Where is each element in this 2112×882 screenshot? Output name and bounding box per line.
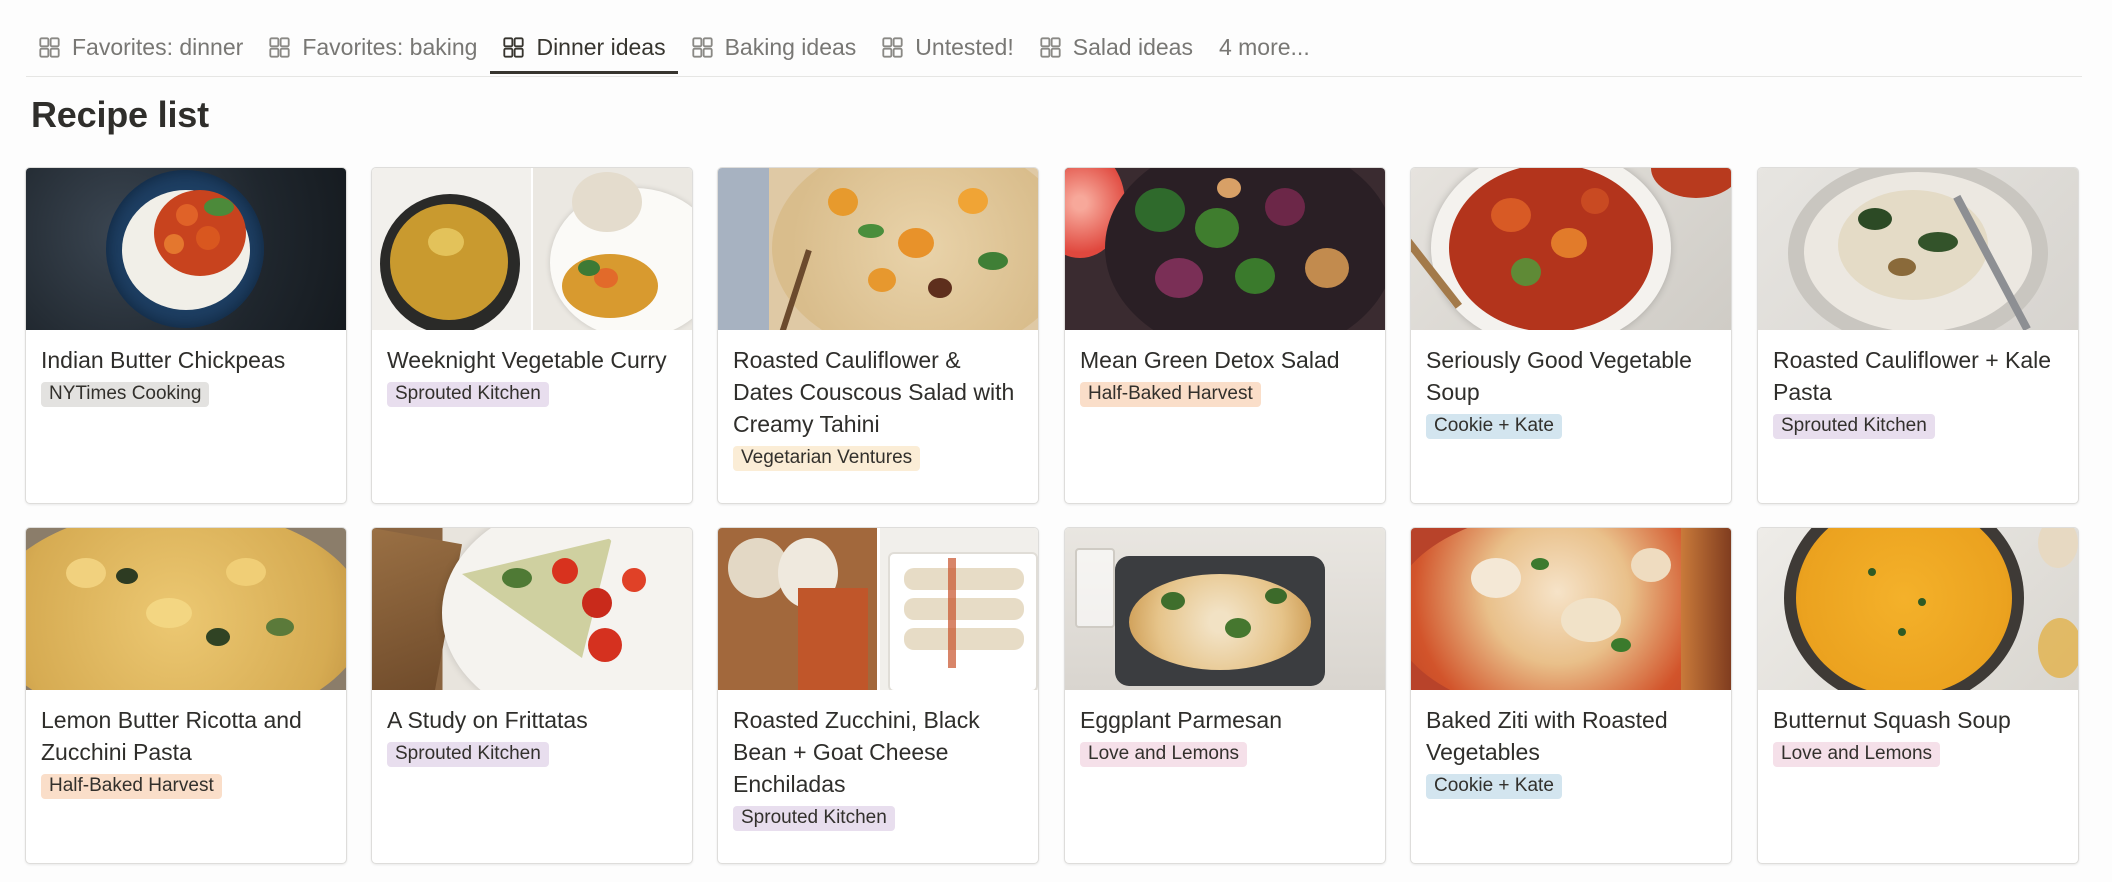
source-tag: Half-Baked Harvest — [1080, 382, 1261, 407]
tab-untested[interactable]: Untested! — [869, 24, 1025, 71]
recipe-card[interactable]: A Study on Frittatas Sprouted Kitchen — [371, 527, 693, 864]
source-tag: Sprouted Kitchen — [387, 742, 549, 767]
cover-image — [372, 168, 692, 330]
gallery-icon — [882, 37, 903, 58]
tab-label: Favorites: baking — [302, 34, 478, 60]
recipe-card[interactable]: Weeknight Vegetable Curry Sprouted Kitch… — [371, 167, 693, 504]
recipe-card[interactable]: Eggplant Parmesan Love and Lemons — [1064, 527, 1386, 864]
cover-image — [1411, 168, 1731, 330]
source-tag: Sprouted Kitchen — [387, 382, 549, 407]
tab-favorites-baking[interactable]: Favorites: baking — [256, 24, 489, 71]
tab-label: Salad ideas — [1072, 34, 1193, 60]
gallery-icon — [269, 37, 290, 58]
recipe-title: Weeknight Vegetable Curry — [387, 347, 667, 373]
recipe-card[interactable]: Mean Green Detox Salad Half-Baked Harves… — [1064, 167, 1386, 504]
recipe-title: Indian Butter Chickpeas — [41, 347, 286, 373]
source-tag: Cookie + Kate — [1426, 774, 1562, 799]
tab-salad-ideas[interactable]: Salad ideas — [1027, 24, 1205, 71]
recipe-title: Roasted Cauliflower & Dates Couscous Sal… — [733, 347, 1015, 437]
recipe-title: Baked Ziti with Roasted Vegetables — [1426, 707, 1668, 765]
recipe-title: Roasted Cauliflower + Kale Pasta — [1773, 347, 2052, 405]
source-tag: NYTimes Cooking — [41, 382, 210, 407]
cover-image — [1411, 528, 1731, 690]
source-tag: Half-Baked Harvest — [41, 774, 222, 799]
source-tag: Sprouted Kitchen — [733, 806, 895, 831]
tab-label: Baking ideas — [724, 34, 857, 60]
source-tag: Love and Lemons — [1773, 742, 1941, 767]
gallery-icon — [1040, 37, 1061, 58]
cover-image — [1065, 528, 1385, 690]
tab-favorites-dinner[interactable]: Favorites: dinner — [26, 24, 255, 71]
recipe-title: Eggplant Parmesan — [1080, 707, 1283, 733]
tab-label: Untested! — [915, 34, 1014, 60]
cover-image — [718, 168, 1038, 330]
source-tag: Vegetarian Ventures — [733, 446, 921, 471]
cover-image — [26, 168, 346, 330]
tabs-divider — [26, 76, 2082, 77]
recipe-title: Seriously Good Vegetable Soup — [1426, 347, 1692, 405]
tab-dinner-ideas[interactable]: Dinner ideas — [490, 24, 678, 74]
page-title: Recipe list — [31, 94, 209, 135]
gallery-icon — [691, 37, 713, 58]
recipe-card[interactable]: Lemon Butter Ricotta and Zucchini Pasta … — [25, 527, 347, 864]
cover-image — [718, 528, 1038, 690]
view-tabs: Favorites: dinner Favorites: baking Dinn… — [26, 24, 1323, 78]
recipe-card[interactable]: Indian Butter Chickpeas NYTimes Cooking — [25, 167, 347, 504]
gallery-icon — [39, 37, 60, 58]
tab-label: Favorites: dinner — [72, 34, 244, 60]
more-tabs-button[interactable]: 4 more... — [1206, 24, 1322, 71]
cover-image — [372, 528, 692, 690]
recipe-card[interactable]: Roasted Cauliflower & Dates Couscous Sal… — [717, 167, 1039, 504]
recipe-card[interactable]: Baked Ziti with Roasted Vegetables Cooki… — [1410, 527, 1732, 864]
source-tag: Cookie + Kate — [1426, 414, 1562, 439]
tab-label: Dinner ideas — [536, 34, 666, 60]
recipe-title: Butternut Squash Soup — [1773, 707, 2011, 733]
recipe-title: Roasted Zucchini, Black Bean + Goat Chee… — [733, 707, 980, 797]
recipe-card[interactable]: Roasted Zucchini, Black Bean + Goat Chee… — [717, 527, 1039, 864]
more-tabs-label: 4 more... — [1218, 34, 1310, 60]
gallery-icon — [503, 37, 525, 58]
source-tag: Sprouted Kitchen — [1773, 414, 1935, 439]
cover-image — [26, 528, 346, 690]
recipe-title: Mean Green Detox Salad — [1080, 347, 1340, 373]
recipe-title: A Study on Frittatas — [387, 707, 588, 733]
recipe-card[interactable]: Roasted Cauliflower + Kale Pasta Sproute… — [1757, 167, 2079, 504]
recipe-title: Lemon Butter Ricotta and Zucchini Pasta — [41, 707, 302, 765]
cover-image — [1758, 168, 2078, 330]
source-tag: Love and Lemons — [1080, 742, 1248, 767]
cover-image — [1065, 168, 1385, 330]
tab-baking-ideas[interactable]: Baking ideas — [679, 24, 869, 71]
cover-image — [1758, 528, 2078, 690]
recipe-card[interactable]: Seriously Good Vegetable Soup Cookie + K… — [1410, 167, 1732, 504]
recipe-card[interactable]: Butternut Squash Soup Love and Lemons — [1757, 527, 2079, 864]
